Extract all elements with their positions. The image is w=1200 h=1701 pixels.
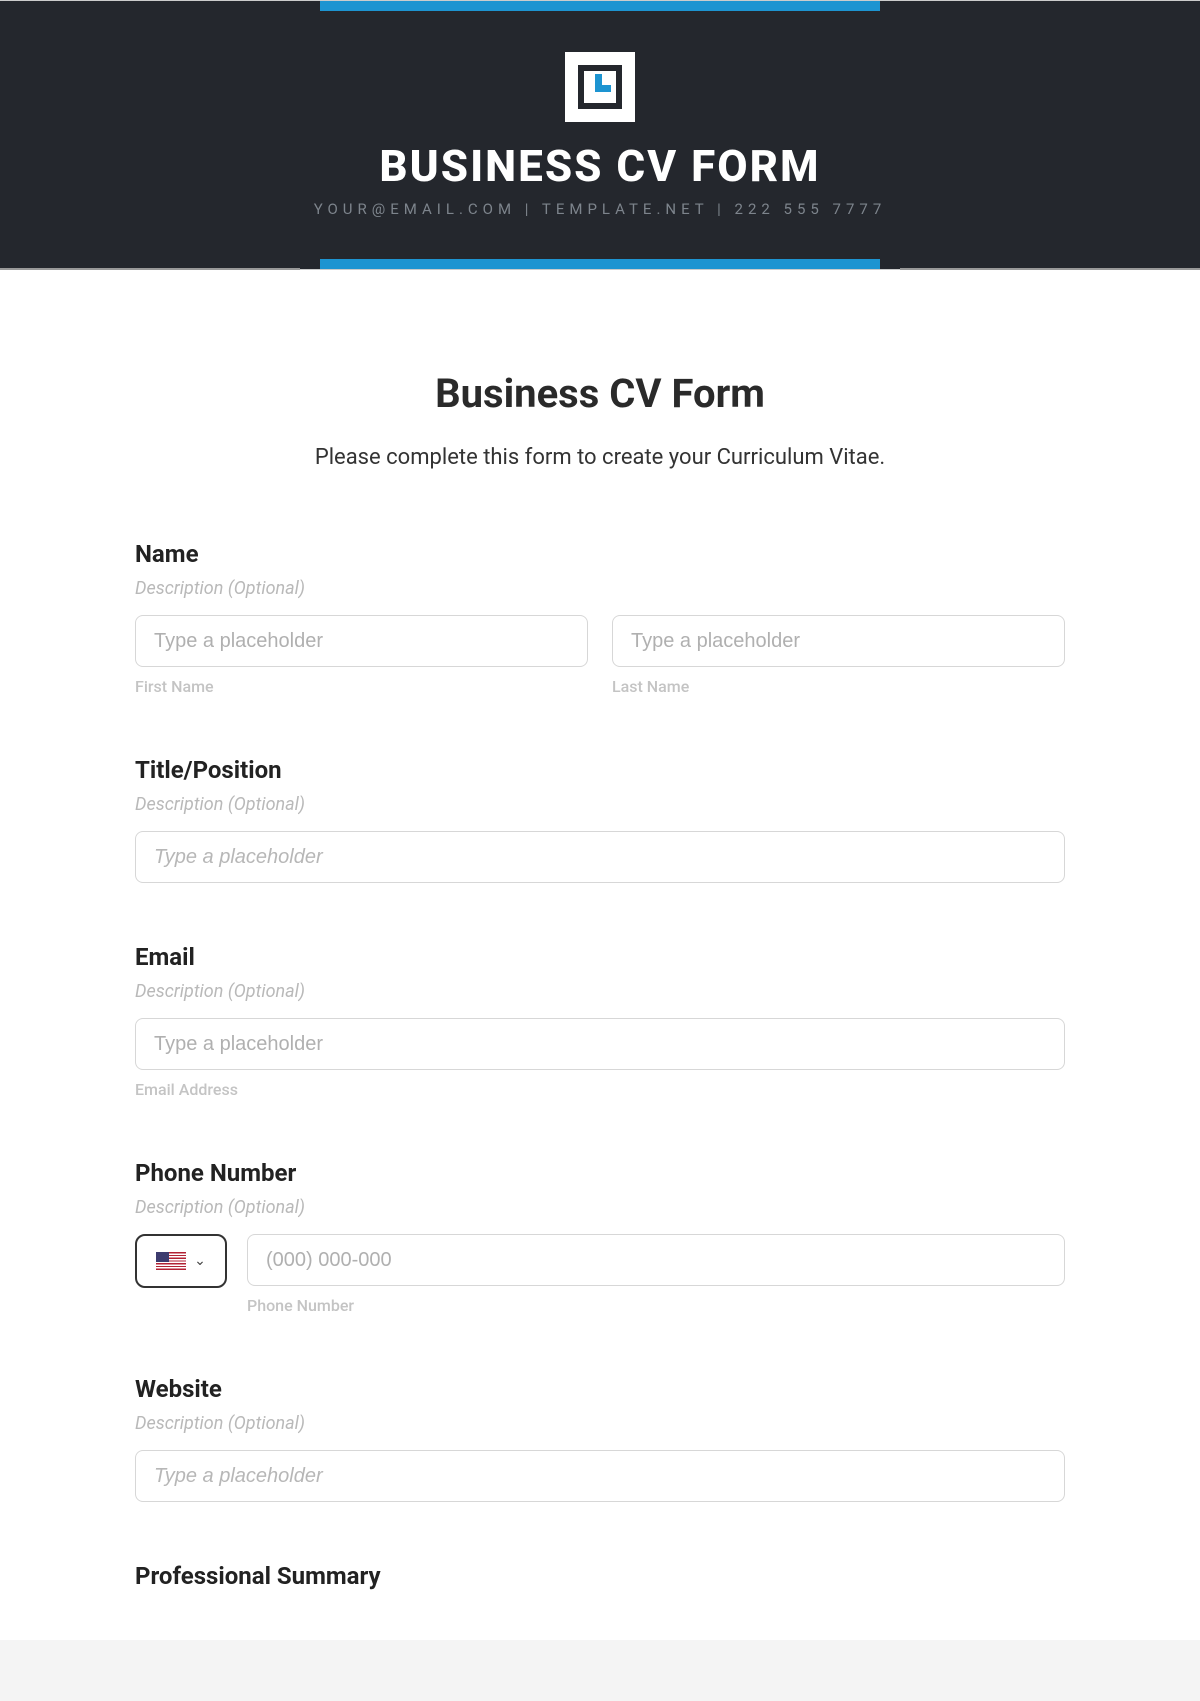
field-name: Name Description (Optional) First Name L… [135, 540, 1065, 696]
title-description[interactable]: Description (Optional) [135, 794, 1065, 815]
form-banner: BUSINESS CV FORM YOUR@EMAIL.COM | TEMPLA… [0, 0, 1200, 270]
website-label: Website [135, 1375, 1065, 1403]
first-name-input[interactable] [135, 615, 588, 667]
last-name-sublabel: Last Name [612, 677, 1065, 696]
country-code-select[interactable]: ⌄ [135, 1234, 227, 1288]
email-description[interactable]: Description (Optional) [135, 981, 1065, 1002]
field-professional-summary: Professional Summary [135, 1562, 1065, 1590]
phone-description[interactable]: Description (Optional) [135, 1197, 1065, 1218]
website-description[interactable]: Description (Optional) [135, 1413, 1065, 1434]
name-label: Name [135, 540, 1065, 568]
page-intro: Please complete this form to create your… [135, 445, 1065, 470]
accent-bar-top [320, 1, 880, 11]
first-name-sublabel: First Name [135, 677, 588, 696]
email-label: Email [135, 943, 1065, 971]
accent-bar-bottom [320, 259, 880, 269]
divider-right [900, 268, 1200, 270]
field-title-position: Title/Position Description (Optional) [135, 756, 1065, 883]
chevron-down-icon: ⌄ [194, 1253, 206, 1269]
email-sublabel: Email Address [135, 1080, 1065, 1099]
logo-icon [565, 52, 635, 122]
email-input[interactable] [135, 1018, 1065, 1070]
page-title: Business CV Form [135, 370, 1065, 417]
phone-label: Phone Number [135, 1159, 1065, 1187]
last-name-input[interactable] [612, 615, 1065, 667]
phone-sublabel: Phone Number [247, 1296, 1065, 1315]
field-phone: Phone Number Description (Optional) ⌄ Ph… [135, 1159, 1065, 1315]
banner-title: BUSINESS CV FORM [379, 140, 820, 192]
phone-number-input[interactable] [247, 1234, 1065, 1286]
field-website: Website Description (Optional) [135, 1375, 1065, 1502]
title-label: Title/Position [135, 756, 1065, 784]
field-email: Email Description (Optional) Email Addre… [135, 943, 1065, 1099]
divider-left [0, 268, 300, 270]
title-position-input[interactable] [135, 831, 1065, 883]
banner-subtitle: YOUR@EMAIL.COM | TEMPLATE.NET | 222 555 … [314, 200, 887, 218]
name-description[interactable]: Description (Optional) [135, 578, 1065, 599]
website-input[interactable] [135, 1450, 1065, 1502]
us-flag-icon [156, 1252, 186, 1270]
summary-label: Professional Summary [135, 1562, 1065, 1590]
